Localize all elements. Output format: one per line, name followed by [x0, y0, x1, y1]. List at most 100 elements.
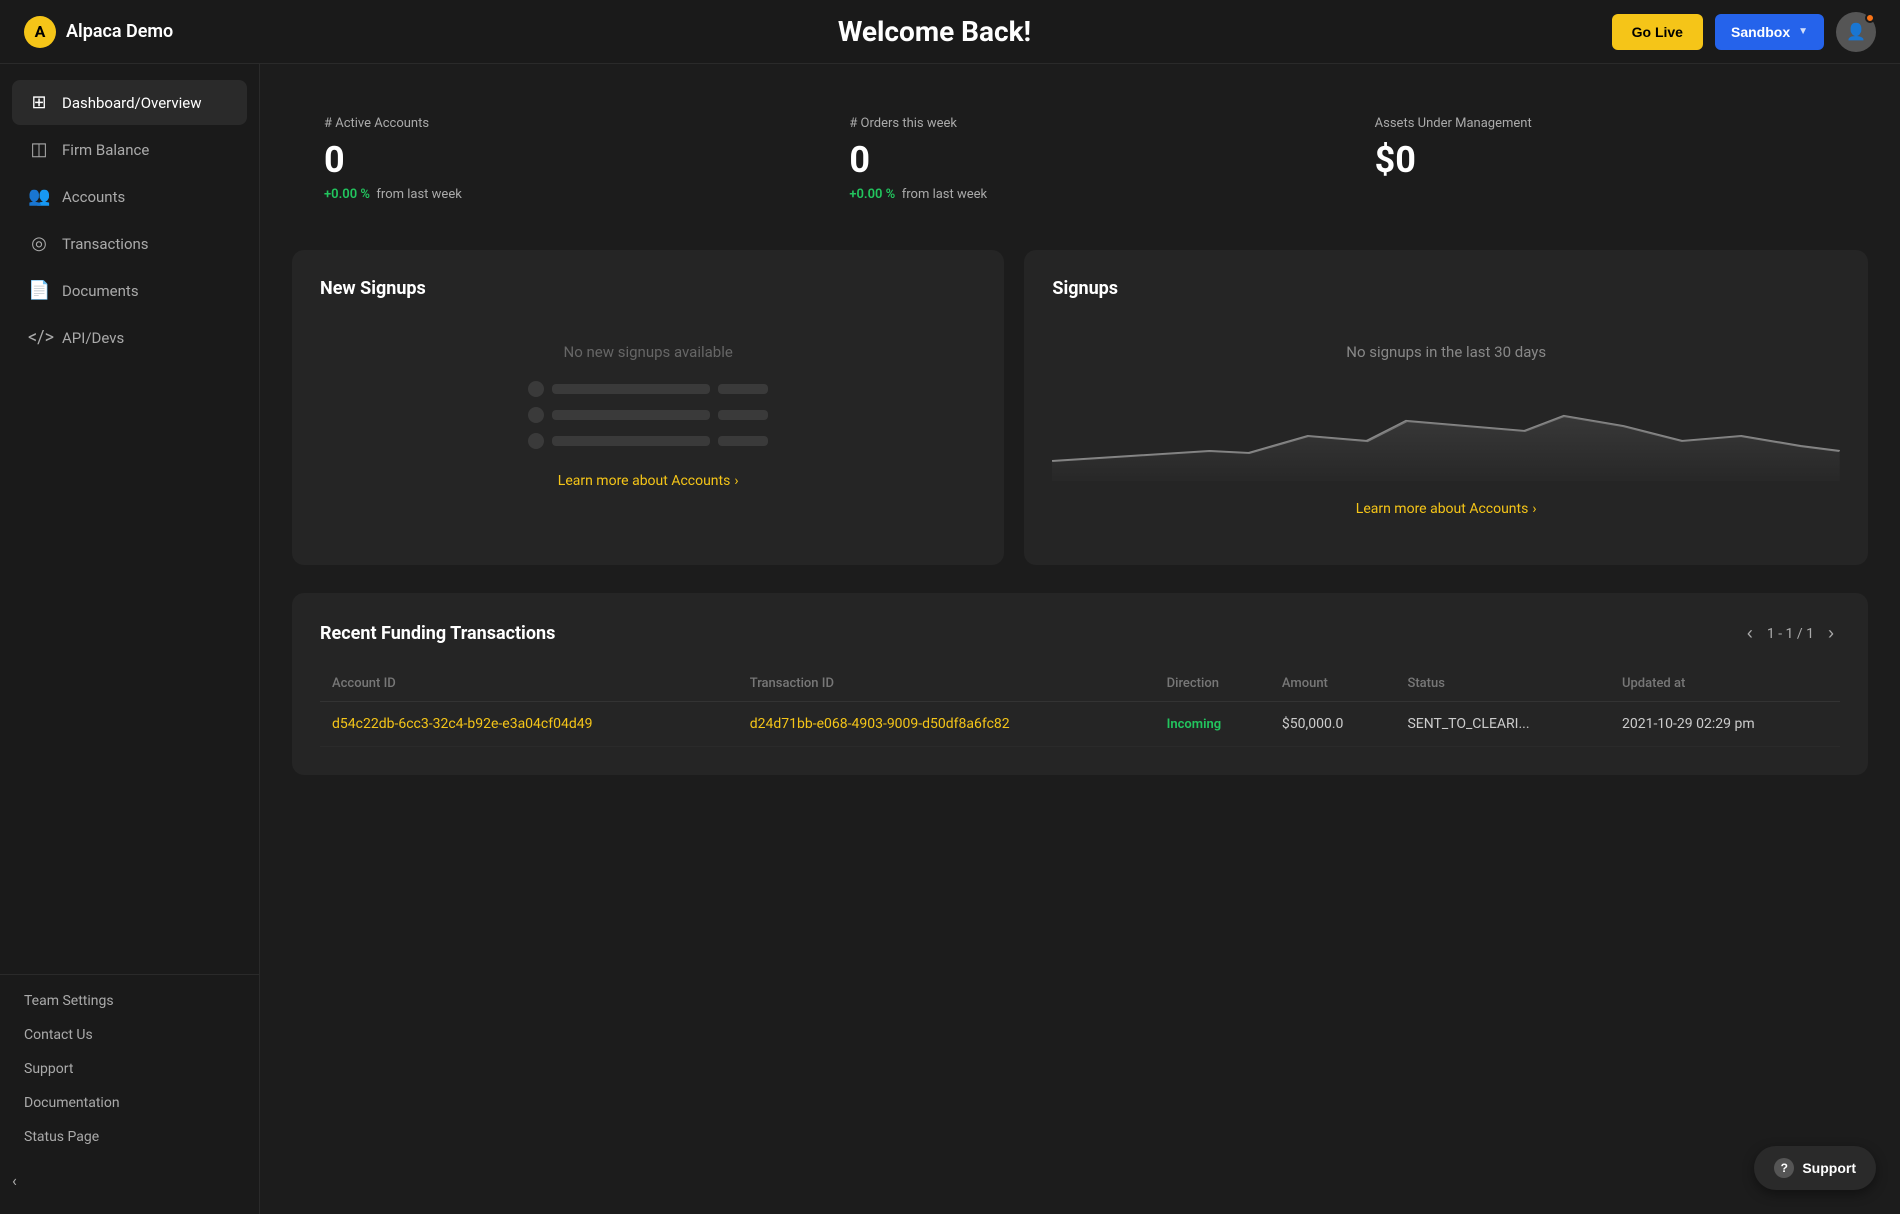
col-status: Status — [1395, 666, 1610, 702]
placeholder-tag-3 — [718, 436, 768, 446]
placeholder-row-2 — [528, 407, 768, 423]
sidebar-item-documents[interactable]: 📄 Documents — [12, 268, 247, 313]
col-updated-at: Updated at — [1610, 666, 1840, 702]
sidebar-item-support[interactable]: Support — [24, 1055, 235, 1083]
col-account-id: Account ID — [320, 666, 738, 702]
stat-orders: # Orders this week 0 +0.00 % from last w… — [817, 96, 1342, 222]
accounts-icon: 👥 — [28, 186, 50, 207]
cell-direction: Incoming — [1155, 702, 1270, 747]
signups-chart-card: Signups No signups in the last 30 days — [1024, 250, 1868, 565]
pagination-info: 1 - 1 / 1 — [1767, 626, 1814, 642]
sidebar-item-documentation[interactable]: Documentation — [24, 1089, 235, 1117]
sidebar-label-dashboard: Dashboard/Overview — [62, 94, 202, 112]
transactions-title: Recent Funding Transactions — [320, 623, 555, 644]
new-signups-learn-more-text: Learn more about Accounts — [558, 473, 731, 489]
stat-active-accounts-change-text: from last week — [376, 187, 461, 202]
signups-chart-title: Signups — [1052, 278, 1840, 299]
placeholder-tag-1 — [718, 384, 768, 394]
signups-chart-area — [1052, 381, 1840, 481]
new-signups-card: New Signups No new signups available — [292, 250, 1004, 565]
placeholder-bar-2 — [552, 410, 710, 420]
pagination-prev-button[interactable]: ‹ — [1741, 621, 1759, 646]
transactions-header: Recent Funding Transactions ‹ 1 - 1 / 1 … — [320, 621, 1840, 646]
sidebar-item-status-page[interactable]: Status Page — [24, 1123, 235, 1151]
cards-row: New Signups No new signups available — [292, 250, 1868, 565]
main-content: # Active Accounts 0 +0.00 % from last we… — [260, 64, 1900, 1214]
go-live-button[interactable]: Go Live — [1612, 14, 1703, 50]
transactions-table: Account ID Transaction ID Direction Amou… — [320, 666, 1840, 747]
support-label: Support — [1802, 1160, 1856, 1176]
sidebar-label-documents: Documents — [62, 282, 139, 300]
logo-name: Alpaca Demo — [66, 21, 173, 42]
support-icon: ? — [1774, 1158, 1794, 1178]
new-signups-empty-text: No new signups available — [564, 343, 733, 361]
placeholder-dot-1 — [528, 381, 544, 397]
new-signups-title: New Signups — [320, 278, 976, 299]
avatar-notification-dot — [1865, 13, 1875, 23]
avatar-icon: 👤 — [1846, 22, 1866, 41]
stat-active-accounts-label: # Active Accounts — [324, 116, 785, 131]
stat-active-accounts-change-value: +0.00 % — [324, 187, 370, 202]
dashboard-icon: ⊞ — [28, 92, 50, 113]
sidebar-item-dashboard[interactable]: ⊞ Dashboard/Overview — [12, 80, 247, 125]
cell-account-id[interactable]: d54c22db-6cc3-32c4-b92e-e3a04cf04d49 — [320, 702, 738, 747]
cell-amount: $50,000.0 — [1270, 702, 1396, 747]
transactions-table-header-row: Account ID Transaction ID Direction Amou… — [320, 666, 1840, 702]
transactions-section: Recent Funding Transactions ‹ 1 - 1 / 1 … — [292, 593, 1868, 775]
header-logo: A Alpaca Demo — [24, 16, 798, 48]
sidebar-label-transactions: Transactions — [62, 235, 149, 253]
table-row: d54c22db-6cc3-32c4-b92e-e3a04cf04d49 d24… — [320, 702, 1840, 747]
new-signups-learn-more[interactable]: Learn more about Accounts › — [558, 473, 739, 489]
sidebar: ⊞ Dashboard/Overview ◫ Firm Balance 👥 Ac… — [0, 64, 260, 1214]
signups-learn-more-text: Learn more about Accounts — [1356, 501, 1529, 517]
stat-active-accounts-change: +0.00 % from last week — [324, 187, 785, 202]
user-avatar[interactable]: 👤 — [1836, 12, 1876, 52]
stat-orders-change-value: +0.00 % — [849, 187, 895, 202]
pagination: ‹ 1 - 1 / 1 › — [1741, 621, 1840, 646]
cell-updated-at: 2021-10-29 02:29 pm — [1610, 702, 1840, 747]
stats-row: # Active Accounts 0 +0.00 % from last we… — [292, 96, 1868, 222]
stat-aum: Assets Under Management $0 — [1343, 96, 1868, 222]
documents-icon: 📄 — [28, 280, 50, 301]
stat-active-accounts: # Active Accounts 0 +0.00 % from last we… — [292, 96, 817, 222]
sidebar-item-firm-balance[interactable]: ◫ Firm Balance — [12, 127, 247, 172]
placeholder-bar-3 — [552, 436, 710, 446]
new-signups-learn-more-arrow: › — [734, 473, 738, 489]
placeholder-row-1 — [528, 381, 768, 397]
stat-orders-label: # Orders this week — [849, 116, 1310, 131]
sidebar-item-transactions[interactable]: ◎ Transactions — [12, 221, 247, 266]
stat-orders-change: +0.00 % from last week — [849, 187, 1310, 202]
page-title: Welcome Back! — [838, 15, 1612, 48]
sidebar-item-team-settings[interactable]: Team Settings — [24, 987, 235, 1015]
signups-chart-empty-text: No signups in the last 30 days — [1346, 343, 1546, 361]
sandbox-button[interactable]: Sandbox ▼ — [1715, 14, 1824, 50]
header-actions: Go Live Sandbox ▼ 👤 — [1612, 12, 1876, 52]
col-direction: Direction — [1155, 666, 1270, 702]
cell-status: SENT_TO_CLEARI... — [1395, 702, 1610, 747]
sidebar-bottom: Team Settings Contact Us Support Documen… — [0, 974, 259, 1163]
sidebar-item-accounts[interactable]: 👥 Accounts — [12, 174, 247, 219]
new-signups-empty: No new signups available — [320, 323, 976, 509]
support-button[interactable]: ? Support — [1754, 1146, 1876, 1190]
sidebar-nav: ⊞ Dashboard/Overview ◫ Firm Balance 👥 Ac… — [0, 80, 259, 974]
sidebar-label-api-devs: API/Devs — [62, 329, 124, 347]
stat-aum-label: Assets Under Management — [1375, 116, 1836, 131]
cell-transaction-id[interactable]: d24d71bb-e068-4903-9009-d50df8a6fc82 — [738, 702, 1155, 747]
stat-active-accounts-value: 0 — [324, 139, 785, 181]
pagination-next-button[interactable]: › — [1822, 621, 1840, 646]
sidebar-item-api-devs[interactable]: </> API/Devs — [12, 315, 247, 360]
signups-learn-more[interactable]: Learn more about Accounts › — [1356, 501, 1537, 517]
placeholder-tag-2 — [718, 410, 768, 420]
stat-aum-value: $0 — [1375, 139, 1836, 181]
placeholder-row-3 — [528, 433, 768, 449]
collapse-icon: ‹ — [12, 1171, 17, 1190]
transactions-table-body: d54c22db-6cc3-32c4-b92e-e3a04cf04d49 d24… — [320, 702, 1840, 747]
col-transaction-id: Transaction ID — [738, 666, 1155, 702]
col-amount: Amount — [1270, 666, 1396, 702]
sidebar-collapse-button[interactable]: ‹ — [0, 1163, 259, 1198]
stat-orders-change-text: from last week — [902, 187, 987, 202]
placeholder-dot-2 — [528, 407, 544, 423]
placeholder-bar-1 — [552, 384, 710, 394]
sidebar-item-contact-us[interactable]: Contact Us — [24, 1021, 235, 1049]
sandbox-dropdown-arrow: ▼ — [1798, 26, 1808, 37]
